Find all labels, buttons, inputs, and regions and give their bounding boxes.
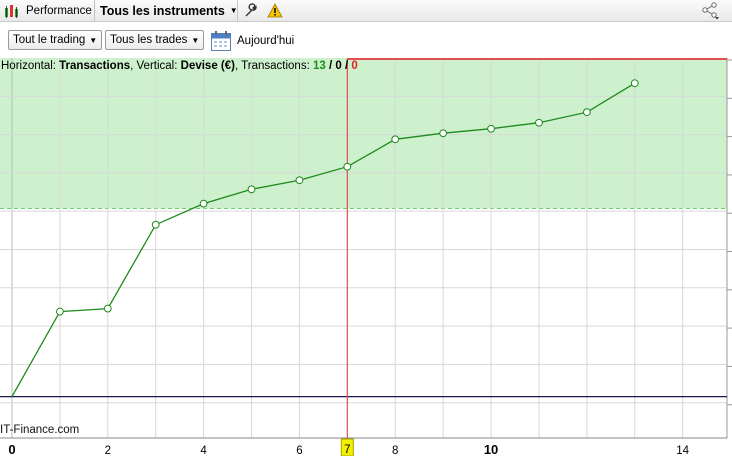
- date-picker[interactable]: Aujourd'hui: [210, 30, 294, 52]
- data-point: [247, 185, 256, 194]
- data-point: [103, 304, 112, 313]
- chart-info-line: Horizontal: Transactions, Vertical: Devi…: [1, 60, 358, 72]
- x-tick-label: 2: [105, 445, 111, 456]
- data-point: [295, 176, 304, 185]
- data-point: [56, 307, 64, 316]
- performance-tab[interactable]: Performance: [26, 0, 92, 21]
- chevron-down-icon: ▼: [191, 35, 200, 45]
- x-tick-label: 0: [8, 442, 15, 456]
- top-toolbar: Performance Tous les instruments ▼: [0, 0, 732, 22]
- trading-filter-dropdown[interactable]: Tout le trading ▼: [8, 30, 103, 50]
- profit-zone: [0, 58, 727, 209]
- calendar-icon: [211, 31, 231, 51]
- chevron-down-icon: ▼: [89, 35, 98, 45]
- trading-filter-label: Tout le trading: [13, 34, 86, 46]
- instrument-selector[interactable]: Tous les instruments ▼: [100, 0, 238, 21]
- data-point: [439, 129, 448, 138]
- data-point: [151, 220, 160, 229]
- vertical-axis-label: Vertical:: [136, 60, 178, 72]
- chart-app-icon[interactable]: [4, 0, 20, 21]
- instrument-selector-label: Tous les instruments: [100, 3, 225, 18]
- x-tick-label: 10: [484, 442, 498, 456]
- data-point: [343, 162, 352, 171]
- count-separator: /: [345, 60, 349, 72]
- x-tick-label: 14: [676, 445, 689, 456]
- horizontal-axis-value: Transactions: [59, 60, 131, 72]
- x-tick-label: 4: [200, 445, 207, 456]
- losing-count: 0: [351, 60, 358, 72]
- data-point: [582, 108, 591, 117]
- trades-filter-label: Tous les trades: [110, 34, 188, 46]
- data-point: [487, 124, 495, 133]
- horizontal-axis-label: Horizontal:: [1, 60, 56, 72]
- cursor-label: 7: [344, 444, 350, 456]
- count-separator: /: [328, 60, 333, 72]
- x-tick-label: 6: [296, 445, 302, 456]
- performance-chart[interactable]: 0 2 4 6 8 10 14 7 Horizontal: Transactions, Ver…: [0, 58, 732, 456]
- transactions-label: Transactions:: [241, 60, 310, 72]
- filter-bar: Tout le trading ▼ Tous les trades ▼ Aujo…: [0, 23, 732, 58]
- watermark: IT-Finance.com: [0, 424, 80, 436]
- winning-count: 13: [312, 60, 326, 72]
- vertical-axis-value: Devise (€): [180, 60, 235, 72]
- x-tick-label: 8: [392, 445, 398, 456]
- trades-filter-dropdown[interactable]: Tous les trades ▼: [105, 30, 205, 50]
- wrench-icon[interactable]: [243, 0, 259, 21]
- data-point: [199, 199, 208, 208]
- data-point: [535, 118, 543, 127]
- data-point: [391, 135, 400, 144]
- chart-canvas[interactable]: 0 2 4 6 8 10 14 7: [0, 58, 732, 456]
- data-point: [630, 79, 639, 88]
- date-label: Aujourd'hui: [237, 35, 295, 47]
- warning-icon[interactable]: [267, 0, 283, 21]
- share-icon[interactable]: [700, 0, 720, 21]
